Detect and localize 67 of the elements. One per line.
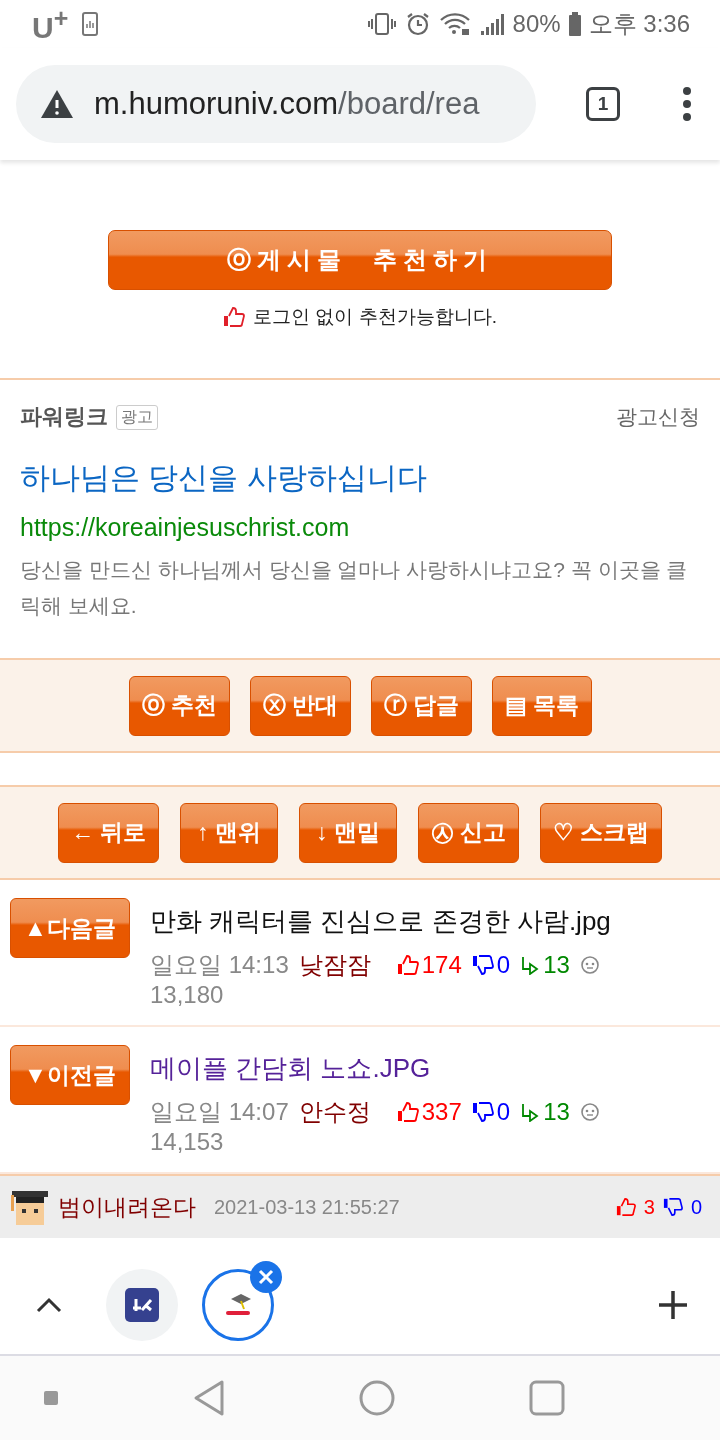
nav-button[interactable]: ↓ 맨밑 — [299, 802, 397, 863]
ad-title-link[interactable]: 하나님은 당신을 사랑하십니다 — [20, 458, 700, 499]
action-button[interactable]: ⓧ 반대 — [249, 675, 351, 736]
reply-arrow-icon — [520, 1102, 541, 1122]
thumbs-up-icon — [396, 954, 419, 976]
smiley-icon — [579, 955, 600, 975]
nav-button[interactable]: ↑ 맨위 — [180, 802, 278, 863]
nav-button[interactable]: ㉦ 신고 — [418, 802, 519, 863]
view-count: 13,180 — [150, 981, 225, 1009]
signal-icon — [478, 12, 505, 36]
thumbs-down-icon — [471, 1101, 494, 1123]
post-author: 안수정 — [298, 1097, 371, 1127]
add-tab-icon[interactable] — [658, 1290, 688, 1320]
down-count: 0 — [496, 1098, 511, 1126]
thumbs-up-icon — [223, 306, 246, 328]
comment-author: 범이내려온다 — [58, 1192, 196, 1222]
wifi-icon — [438, 12, 471, 36]
battery-percent: 80% — [512, 10, 561, 38]
warning-icon — [40, 89, 74, 119]
action-button[interactable]: ▤ 목록 — [491, 675, 592, 736]
recommend-note: 로그인 없이 추천가능합니다. — [253, 305, 497, 329]
thumbs-down-icon — [662, 1197, 683, 1217]
url-text: m.humoruniv.com/board/rea — [94, 86, 480, 122]
post-author: 낮잠잠 — [298, 950, 371, 980]
tab-count-button[interactable]: 1 — [586, 87, 620, 121]
action-button[interactable]: ⓞ 추천 — [128, 675, 230, 736]
post-nav-button[interactable]: ▼이전글 — [10, 1045, 130, 1105]
comment-down-count: 0 — [690, 1195, 702, 1219]
thumbs-up-icon — [396, 1101, 419, 1123]
view-count: 14,153 — [150, 1128, 225, 1156]
thumbs-down-icon — [471, 954, 494, 976]
comment-date: 2021-03-13 21:55:27 — [214, 1195, 400, 1219]
expand-up-icon[interactable] — [36, 1297, 62, 1313]
battery-icon — [568, 12, 581, 36]
post-time: 일요일 14:07 — [150, 1097, 289, 1127]
ad-badge: 광고 — [116, 404, 158, 430]
up-count: 174 — [421, 951, 462, 979]
carrier-label: U$^{+}$ — [32, 3, 69, 45]
phone-icon — [82, 12, 99, 36]
ad-url-link[interactable]: https://koreainjesuschrist.com — [20, 513, 700, 542]
more-menu-icon[interactable] — [682, 86, 692, 122]
comment-up-count: 3 — [643, 1195, 655, 1219]
vibrate-icon — [366, 12, 397, 36]
nav-button[interactable]: ♡ 스크랩 — [540, 802, 662, 863]
thumbs-up-icon — [615, 1197, 636, 1217]
clock: 오후 3:36 — [588, 9, 690, 39]
reply-count: 13 — [543, 951, 570, 979]
post-nav-button[interactable]: ▲다음글 — [10, 898, 130, 958]
close-icon[interactable] — [250, 1261, 282, 1293]
recommend-post-button[interactable]: ⓞ 게시물 추천하기 — [108, 230, 612, 290]
down-count: 0 — [496, 951, 511, 979]
ad-description: 당신을 만드신 하나님께서 당신을 얼마나 사랑하시냐고요? 꼭 이곳을 클릭해 보세요. — [20, 557, 689, 619]
reply-count: 13 — [543, 1098, 570, 1126]
home-icon[interactable] — [359, 1380, 396, 1416]
post-time: 일요일 14:13 — [150, 950, 289, 980]
site-logo-icon — [125, 1288, 159, 1322]
ad-apply-link[interactable]: 광고신청 — [616, 403, 700, 431]
address-field[interactable]: m.humoruniv.com/board/rea — [16, 65, 536, 143]
up-count: 337 — [421, 1098, 462, 1126]
nav-button[interactable]: ← 뒤로 — [58, 802, 159, 863]
smiley-icon — [579, 1102, 600, 1122]
recents-icon[interactable] — [528, 1380, 565, 1416]
post-title-link[interactable]: 만화 캐릭터를 진심으로 존경한 사람.jpg — [150, 904, 650, 939]
reply-arrow-icon — [520, 955, 541, 975]
action-button[interactable]: ⓡ 답글 — [370, 675, 472, 736]
post-title-link[interactable]: 메이플 간담회 노쇼.JPG — [150, 1051, 650, 1086]
powerlink-label: 파워링크 — [20, 403, 108, 431]
